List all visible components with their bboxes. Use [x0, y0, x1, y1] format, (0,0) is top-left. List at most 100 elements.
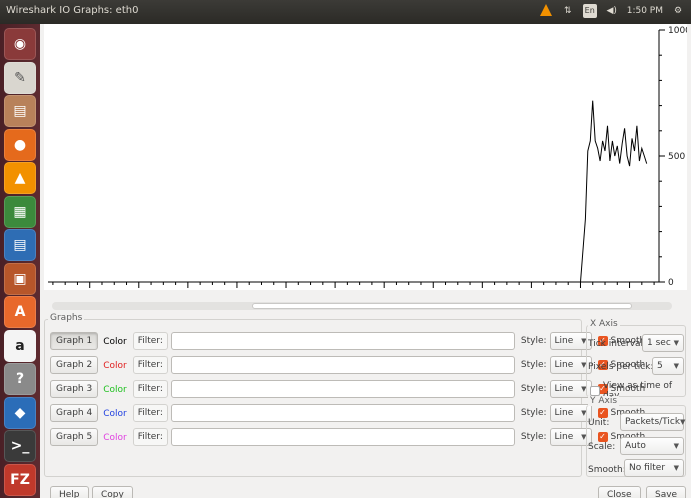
graph-toggle-button[interactable]: Graph 4 [50, 404, 99, 422]
io-graph-plot[interactable]: 140s160s180s200s220s240s260s280s300s320s… [44, 24, 687, 290]
y-tick-label: 500 [668, 152, 685, 162]
pixels-per-tick-value: 5 [657, 361, 663, 371]
libreoffice-writer-glyph: ▤ [13, 237, 27, 253]
filter-button[interactable]: Filter: [132, 356, 168, 374]
y-smooth-label: Smooth: [588, 465, 626, 475]
graph-toggle-button[interactable]: Graph 3 [50, 380, 99, 398]
clock[interactable]: 1:50 PM [627, 6, 663, 16]
launcher-filezilla-icon[interactable]: FZ [4, 463, 36, 496]
filter-input[interactable] [170, 332, 515, 350]
filter-input[interactable] [170, 356, 515, 374]
filter-button[interactable]: Filter: [132, 332, 168, 350]
x-axis-group-label: X Axis [588, 319, 620, 329]
filter-input[interactable] [170, 428, 515, 446]
launcher-files-icon[interactable]: ▤ [4, 95, 36, 127]
unity-launcher: ◉ ✎ ▤ ● ▲ ▦ ▤ ▣ Aa? ◆ >_ FZ [0, 24, 40, 498]
unit-select[interactable]: Packets/Tick ▼ [620, 413, 686, 431]
graph-row: Graph 3 Color Filter: Style: Line ▼ ✓ Smooth [50, 380, 645, 398]
launcher-software-center-icon[interactable]: A [4, 296, 36, 328]
style-value: Line [554, 360, 574, 370]
scale-value: Auto [625, 441, 646, 451]
style-value: Line [554, 336, 574, 346]
firefox-glyph: ● [13, 136, 27, 153]
dash-home-glyph: ◉ [13, 36, 27, 52]
y-smooth-value: No filter [629, 463, 666, 473]
chevron-down-icon: ▼ [673, 442, 679, 450]
volume-icon[interactable]: ◀) [605, 4, 619, 18]
series-line [48, 100, 648, 283]
style-label: Style: [520, 432, 547, 442]
filter-button[interactable]: Filter: [132, 380, 168, 398]
graph-color-button[interactable]: Color [100, 332, 130, 350]
vlc-tray-icon[interactable] [539, 4, 553, 18]
style-value: Line [554, 408, 574, 418]
graph-color-button[interactable]: Color [100, 428, 130, 446]
graph-row: Graph 4ColorFilter:Style:Line▼✓Smooth [50, 404, 645, 422]
chevron-down-icon: ▼ [680, 418, 686, 426]
y-tick-label: 1000 [668, 26, 687, 36]
gear-icon[interactable]: ⚙ [671, 4, 685, 18]
launcher-help-icon[interactable]: ? [4, 363, 36, 395]
network-icon[interactable]: ⇅ [561, 4, 575, 18]
pixels-per-tick-select[interactable]: 5 ▼ [652, 357, 684, 375]
libreoffice-impress-glyph: ▣ [13, 270, 27, 287]
filter-input[interactable] [170, 380, 515, 398]
libreoffice-calc-glyph: ▦ [13, 203, 27, 220]
window-title: Wireshark IO Graphs: eth0 [6, 5, 139, 16]
filter-input[interactable] [170, 404, 515, 422]
graph-color-button[interactable]: Color [100, 380, 130, 398]
launcher-text-editor-icon[interactable]: ✎ [4, 61, 36, 94]
scrollbar-thumb[interactable] [252, 303, 632, 309]
view-time-of-day-checkbox[interactable]: ✓ [590, 386, 600, 396]
graph-toggle-button[interactable]: Graph 1 [50, 332, 99, 350]
launcher-terminal-icon[interactable]: >_ [4, 430, 36, 462]
graphs-group-label: Graphs [48, 313, 85, 323]
graph-row: Graph 2 Color Filter: Style: Line ▼ ✓ Smooth [50, 356, 645, 374]
close-button[interactable]: Close [598, 486, 641, 498]
style-value: Line [554, 432, 574, 442]
filter-button[interactable]: Filter: [132, 428, 168, 446]
unit-label: Unit: [588, 418, 610, 428]
launcher-libreoffice-writer-icon[interactable]: ▤ [4, 229, 36, 261]
files-glyph: ▤ [13, 103, 27, 119]
software-center-glyph: A [14, 304, 26, 320]
launcher-firefox-icon[interactable]: ● [4, 128, 36, 161]
filezilla-glyph: FZ [10, 471, 30, 488]
style-value: Line [554, 384, 574, 394]
system-tray: ⇅ En ◀) 1:50 PM ⚙ [539, 4, 685, 18]
chevron-down-icon: ▼ [673, 362, 679, 370]
io-graph-svg: 140s160s180s200s220s240s260s280s300s320s… [48, 26, 687, 288]
tick-interval-select[interactable]: 1 sec ▼ [642, 334, 684, 352]
top-panel: Wireshark IO Graphs: eth0 ⇅ En ◀) 1:50 P… [0, 0, 691, 24]
graph-toggle-button[interactable]: Graph 2 [50, 356, 99, 374]
launcher-vlc-icon[interactable]: ▲ [4, 162, 36, 194]
wireshark-glyph: ◆ [14, 404, 26, 421]
scale-select[interactable]: Auto ▼ [620, 437, 684, 455]
graph-color-button[interactable]: Color [100, 356, 130, 374]
help-button[interactable]: Help [50, 486, 89, 498]
y-smooth-select[interactable]: No filter ▼ [624, 459, 684, 477]
style-label: Style: [520, 336, 547, 346]
graph-color-button[interactable]: Color [100, 404, 130, 422]
launcher-libreoffice-calc-icon[interactable]: ▦ [4, 195, 36, 228]
launcher-wireshark-icon[interactable]: ◆ [4, 396, 36, 429]
tick-interval-label: Tick interval: [588, 339, 647, 349]
tick-interval-value: 1 sec [647, 338, 671, 348]
launcher-libreoffice-impress-icon[interactable]: ▣ [4, 262, 36, 295]
launcher-amazon-icon[interactable]: a [4, 329, 36, 362]
graph-toggle-button[interactable]: Graph 5 [50, 428, 99, 446]
launcher-dash-home-icon[interactable]: ◉ [4, 28, 36, 60]
vlc-glyph: ▲ [14, 170, 26, 186]
chevron-down-icon: ▼ [673, 464, 679, 472]
save-button[interactable]: Save [646, 486, 687, 498]
filter-button[interactable]: Filter: [132, 404, 168, 422]
style-label: Style: [520, 384, 547, 394]
pixels-per-tick-label: Pixels per tick: [588, 362, 654, 372]
keyboard-language-indicator[interactable]: En [582, 4, 597, 18]
text-editor-glyph: ✎ [14, 69, 26, 86]
graph-horizontal-scrollbar[interactable] [52, 302, 672, 310]
copy-button[interactable]: Copy [92, 486, 133, 498]
graph-row: Graph 5ColorFilter:Style:Line▼✓Smooth [50, 428, 645, 446]
y-axis-group-label: Y Axis [588, 396, 620, 406]
amazon-glyph: a [15, 337, 25, 354]
